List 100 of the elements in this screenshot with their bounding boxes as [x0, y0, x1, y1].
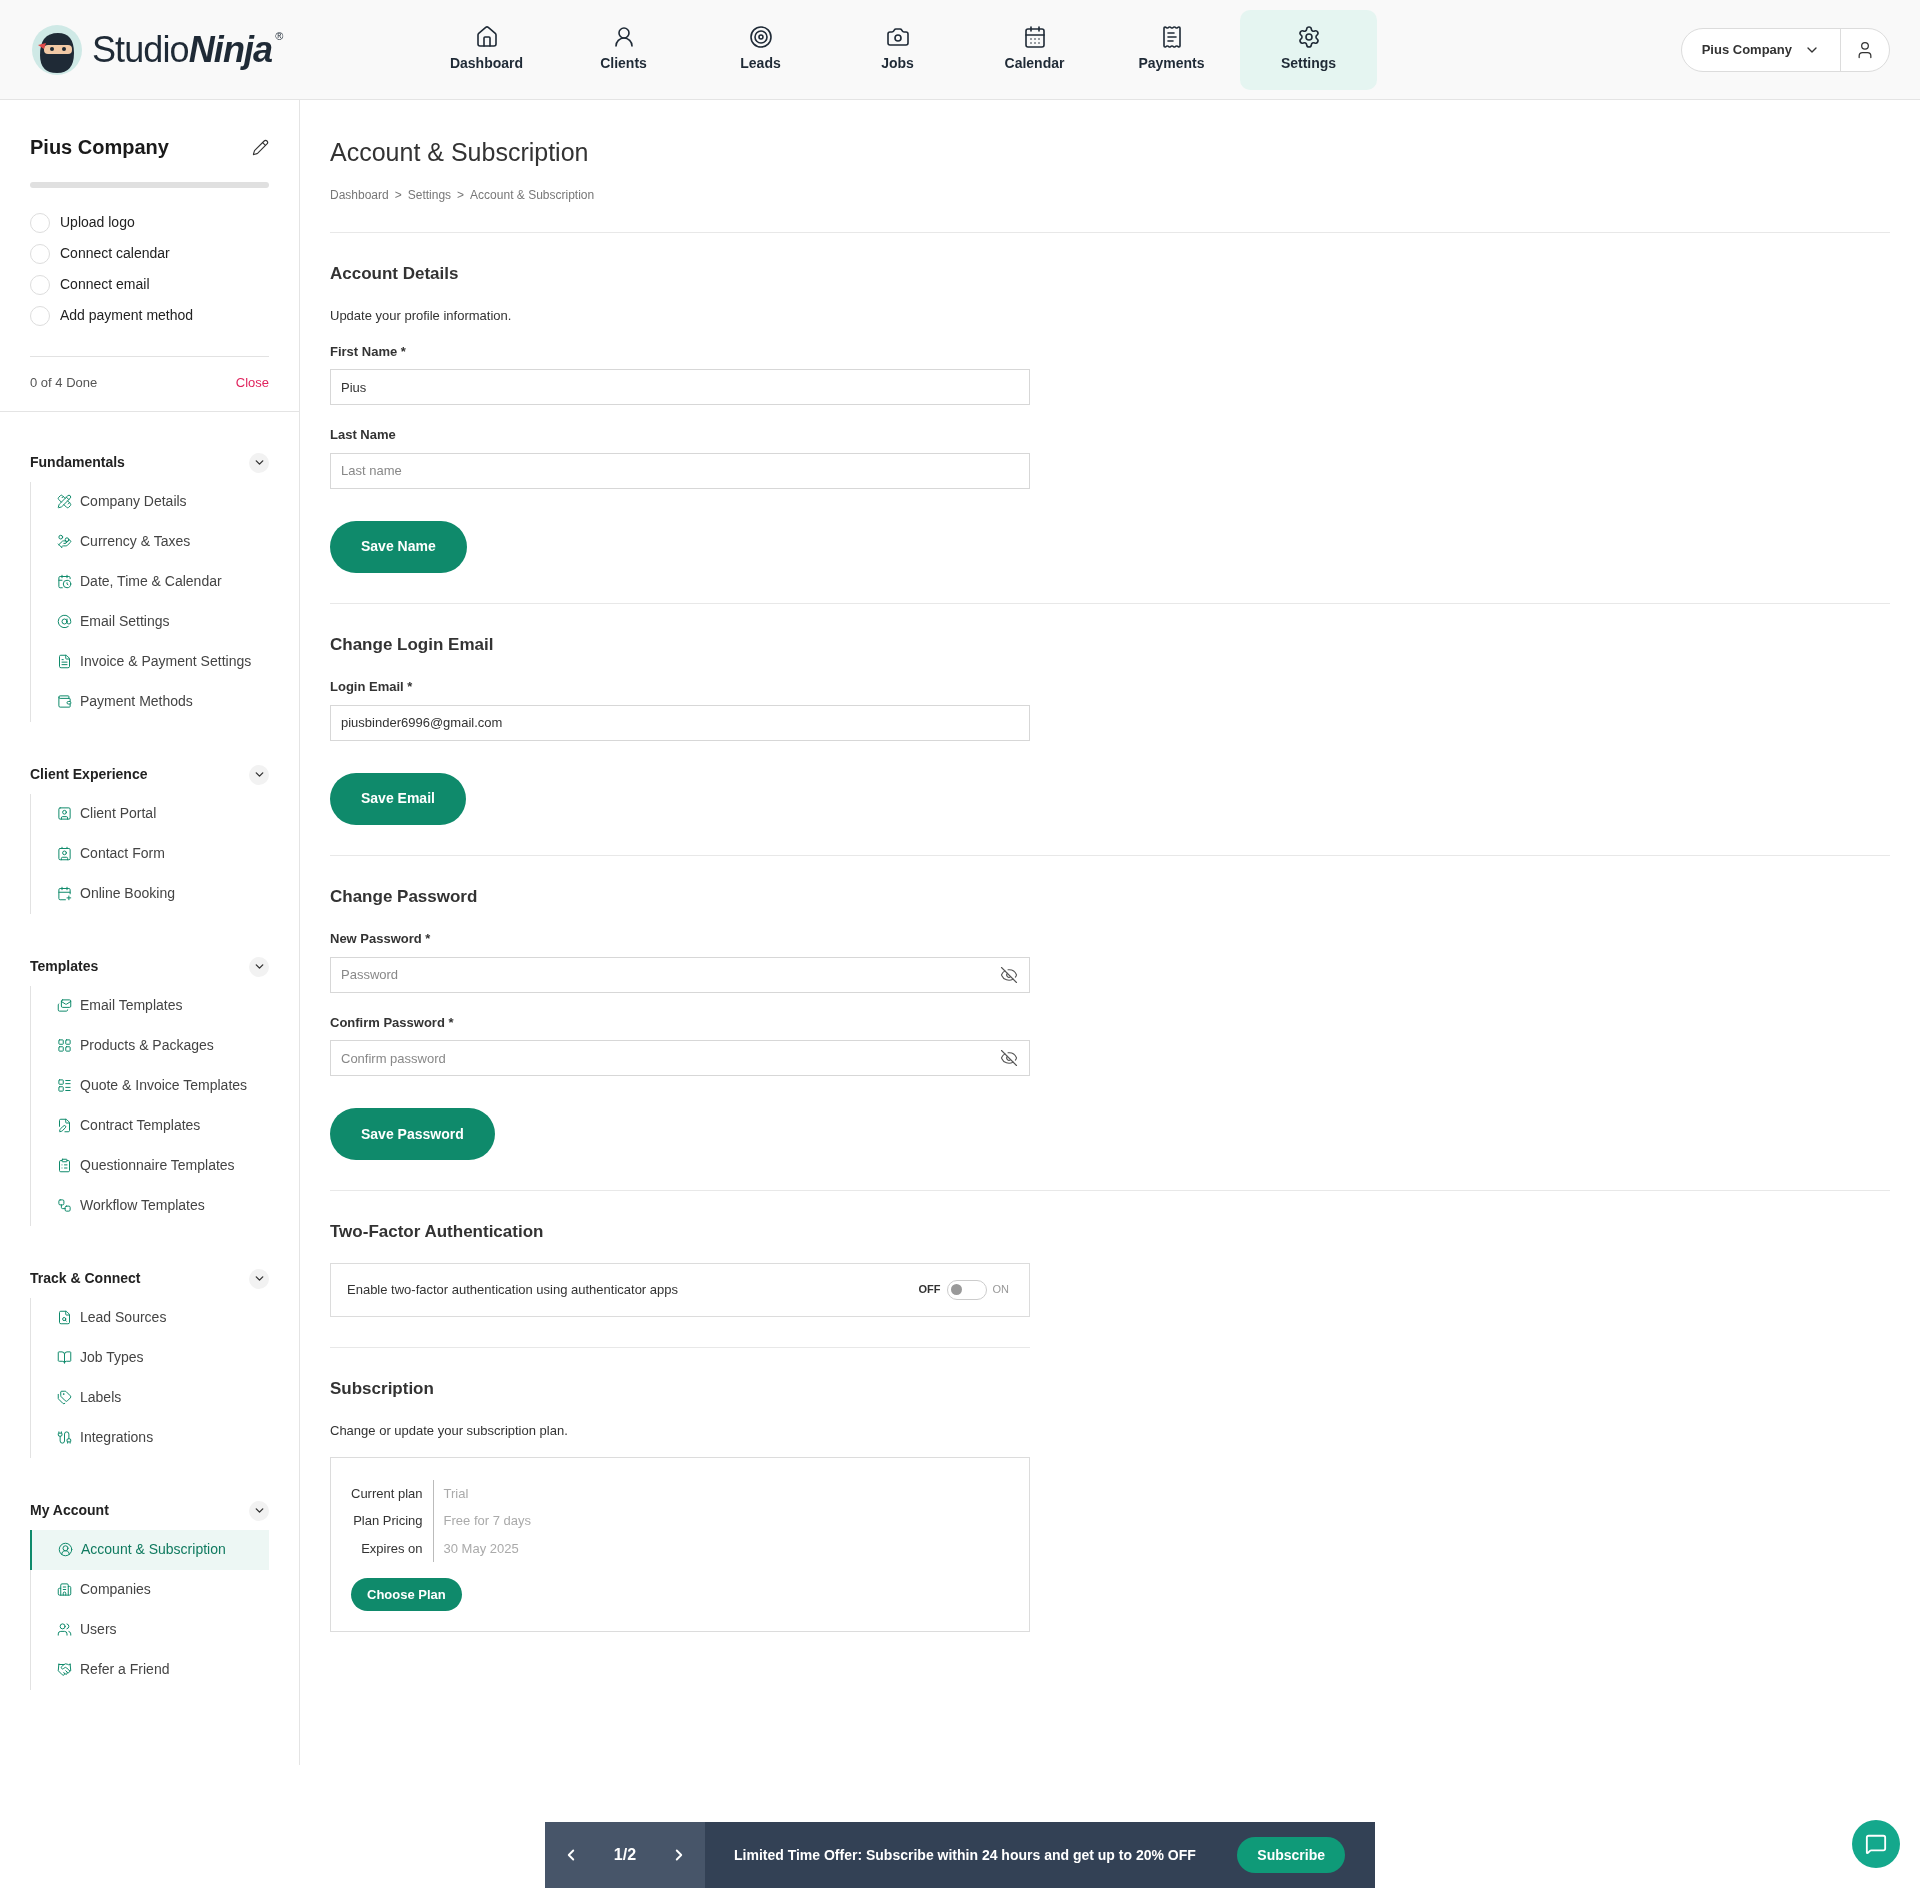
- input-field[interactable]: Password: [330, 956, 1030, 993]
- chat-button[interactable]: [1852, 1820, 1900, 1868]
- document-icon: [57, 654, 72, 669]
- grid-icon: [57, 1038, 72, 1053]
- group-title: My Account: [30, 1501, 109, 1520]
- input-field[interactable]: piusbinder6996@gmail.com: [330, 704, 1030, 741]
- on-label: ON: [992, 1282, 1009, 1298]
- contact-card-icon: [57, 846, 72, 861]
- sidebar-item[interactable]: Quote & Invoice Templates: [31, 1065, 269, 1106]
- user-circle-icon: [58, 1542, 73, 1557]
- page-title: Account & Subscription: [330, 137, 590, 168]
- pencil-ruler-icon: [57, 494, 72, 509]
- sidebar-item[interactable]: Date, Time & Calendar: [31, 561, 269, 602]
- sidebar-item[interactable]: Products & Packages: [31, 1025, 269, 1066]
- cable-icon: [57, 1430, 72, 1445]
- sidebar-item[interactable]: Invoice & Payment Settings: [31, 641, 269, 682]
- sidebar-item[interactable]: Integrations: [31, 1417, 269, 1458]
- eye-slash-icon[interactable]: [1000, 965, 1018, 984]
- field-label: Confirm Password *: [330, 1013, 455, 1032]
- settings-icon: [1296, 25, 1321, 49]
- sidebar-item[interactable]: Account & Subscription: [30, 1529, 269, 1570]
- sidebar-item[interactable]: Labels: [31, 1377, 269, 1418]
- input-field[interactable]: Pius: [330, 369, 1030, 405]
- logo-wordmark: StudioNinja®: [92, 27, 284, 72]
- collapse-toggle[interactable]: [249, 1500, 269, 1521]
- toggle-switch[interactable]: [946, 1279, 987, 1300]
- nav-tab[interactable]: Payments: [1103, 9, 1240, 90]
- target-icon: [748, 25, 773, 49]
- collapse-toggle[interactable]: [249, 956, 269, 977]
- field-label: Last Name: [330, 426, 397, 444]
- hand-coins-icon: [57, 534, 72, 549]
- sidebar-item[interactable]: Currency & Taxes: [31, 521, 269, 562]
- checklist-item: Connect calendar: [60, 244, 170, 263]
- save-button[interactable]: Save Password: [330, 1108, 495, 1160]
- input-field[interactable]: Last name: [330, 452, 1030, 489]
- off-label: OFF: [918, 1282, 941, 1298]
- handshake-icon: [57, 1662, 72, 1677]
- ninja-mascot-icon: [30, 22, 84, 77]
- sidebar-item[interactable]: Contact Form: [31, 833, 269, 874]
- input-field[interactable]: Confirm password: [330, 1040, 1030, 1076]
- subscribe-button[interactable]: Subscribe: [1237, 1837, 1345, 1873]
- choose-plan-button[interactable]: Choose Plan: [351, 1578, 462, 1611]
- nav-tab[interactable]: Dashboard: [418, 9, 555, 90]
- save-button[interactable]: Save Email: [330, 772, 466, 825]
- sidebar-item[interactable]: Users: [31, 1609, 269, 1650]
- sidebar-item[interactable]: Company Details: [31, 481, 269, 522]
- section-title: Change Password: [330, 885, 479, 908]
- field-label: New Password *: [330, 930, 432, 948]
- calendar-icon: [1022, 25, 1047, 49]
- close-link[interactable]: Close: [235, 373, 269, 393]
- sidebar-item[interactable]: Companies: [31, 1569, 269, 1610]
- eye-slash-icon[interactable]: [1000, 1049, 1018, 1067]
- pencil-icon[interactable]: [252, 138, 269, 156]
- nav-tab[interactable]: Clients: [555, 9, 692, 90]
- nav-tab[interactable]: Jobs: [829, 9, 966, 90]
- user-square-icon: [57, 806, 72, 821]
- collapse-toggle[interactable]: [249, 452, 269, 473]
- section-description: Change or update your subscription plan.: [330, 1422, 569, 1440]
- field-label: First Name *: [330, 342, 407, 361]
- save-button[interactable]: Save Name: [330, 520, 467, 573]
- users-icon: [57, 1622, 72, 1637]
- nav-tab[interactable]: Calendar: [966, 9, 1103, 90]
- sidebar-item[interactable]: Job Types: [31, 1337, 269, 1378]
- nav-tab[interactable]: Leads: [692, 9, 829, 90]
- sidebar-item[interactable]: Refer a Friend: [31, 1649, 269, 1690]
- collapse-toggle[interactable]: [249, 764, 269, 785]
- breadcrumb-link[interactable]: Settings: [407, 185, 452, 204]
- tags-icon: [57, 1390, 72, 1405]
- section-title: Two-Factor Authentication: [330, 1221, 545, 1243]
- list-icon: [57, 1078, 72, 1093]
- sidebar-item[interactable]: Email Settings: [31, 601, 269, 642]
- section-title: Account Details: [330, 262, 460, 285]
- breadcrumb-link[interactable]: Dashboard: [330, 185, 389, 204]
- calendar-plus-icon: [57, 886, 72, 901]
- camera-icon: [885, 25, 910, 49]
- mail-icon: [57, 998, 72, 1013]
- sidebar-item[interactable]: Questionnaire Templates: [31, 1145, 269, 1186]
- wallet-icon: [57, 694, 72, 709]
- sidebar-item[interactable]: Contract Templates: [31, 1105, 269, 1146]
- plan-value: Free for 7 days: [442, 1512, 531, 1530]
- section-title: Change Login Email: [330, 633, 495, 656]
- collapse-toggle[interactable]: [249, 1268, 269, 1289]
- at-sign-icon: [57, 614, 72, 629]
- sidebar-item[interactable]: Lead Sources: [31, 1297, 269, 1338]
- file-pen-icon: [57, 1118, 72, 1133]
- sidebar-item[interactable]: Workflow Templates: [31, 1185, 269, 1226]
- progress-text: 0 of 4 Done: [30, 374, 98, 392]
- plan-label: Current plan: [351, 1479, 434, 1507]
- sidebar-item[interactable]: Client Portal: [31, 793, 269, 834]
- nav-tab[interactable]: Settings: [1240, 9, 1377, 90]
- clipboard-icon: [57, 1158, 72, 1173]
- section-title: Subscription: [330, 1377, 435, 1400]
- group-title: Fundamentals: [30, 453, 125, 472]
- plan-value: 30 May 2025: [442, 1539, 520, 1558]
- field-label: Login Email *: [330, 678, 414, 696]
- sidebar-item[interactable]: Online Booking: [31, 873, 269, 914]
- sidebar-item[interactable]: Email Templates: [31, 985, 269, 1026]
- checklist-item: Add payment method: [60, 306, 194, 325]
- sidebar-item[interactable]: Payment Methods: [31, 681, 269, 722]
- book-icon: [57, 1350, 72, 1365]
